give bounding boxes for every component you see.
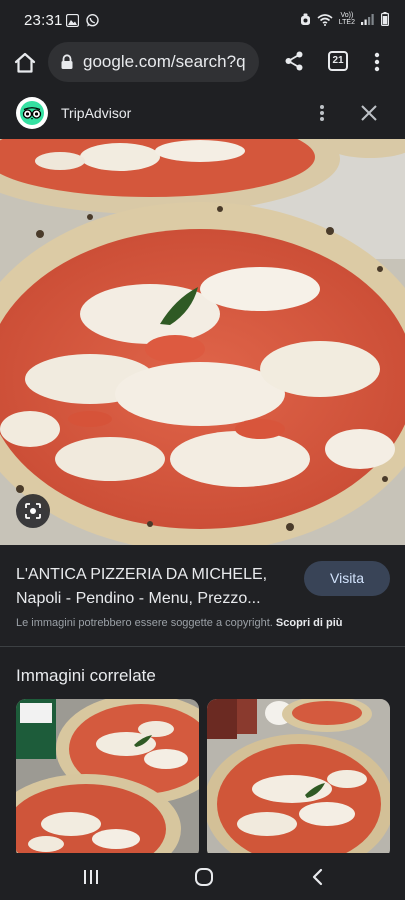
tripadvisor-logo — [20, 101, 44, 125]
tripadvisor-owl-icon — [16, 97, 48, 129]
copyright-notice: Le immagini potrebbero essere soggette a… — [16, 617, 343, 629]
notification-icons — [66, 14, 99, 27]
url-text: google.com/search?q — [83, 52, 246, 71]
source-name[interactable]: TripAdvisor — [61, 105, 131, 121]
status-bar: 23:31 Vo)) LTE2 — [0, 0, 405, 40]
alarm-icon — [300, 13, 310, 25]
lens-icon — [25, 503, 41, 519]
recent-apps-icon[interactable] — [81, 868, 101, 886]
wifi-icon — [317, 13, 333, 26]
volte-indicator: Vo)) LTE2 — [339, 12, 355, 26]
browser-toolbar: google.com/search?q 21 — [0, 40, 405, 88]
pizza-photo — [0, 139, 405, 545]
share-icon[interactable] — [283, 50, 305, 72]
more-options-icon[interactable] — [313, 102, 331, 124]
result-title[interactable]: L'ANTICA PIZZERIA DA MICHELE, Napoli - P… — [16, 563, 296, 611]
overflow-menu-icon[interactable] — [370, 51, 384, 73]
back-icon[interactable] — [309, 867, 325, 887]
home-nav-icon[interactable] — [194, 867, 214, 887]
related-pizza-photo — [16, 699, 199, 859]
status-time: 23:31 — [24, 12, 63, 29]
status-indicators: Vo)) LTE2 — [300, 12, 389, 26]
related-image-thumbnail[interactable] — [16, 699, 199, 859]
google-lens-button[interactable] — [16, 494, 50, 528]
volte-label: Vo)) — [340, 12, 354, 19]
address-bar[interactable]: google.com/search?q — [48, 42, 259, 82]
battery-icon — [381, 12, 389, 26]
result-info: L'ANTICA PIZZERIA DA MICHELE, Napoli - P… — [0, 545, 405, 645]
related-pizza-photo — [207, 699, 390, 859]
system-navigation-bar — [0, 853, 405, 900]
signal-icon — [361, 14, 374, 25]
related-image-thumbnail[interactable] — [207, 699, 390, 859]
tab-switcher-button[interactable]: 21 — [328, 51, 348, 71]
pizza-main-image[interactable] — [0, 139, 405, 545]
lock-icon — [61, 54, 73, 69]
section-divider — [0, 646, 405, 647]
gallery-icon — [66, 14, 79, 27]
visit-button[interactable]: Visita — [304, 561, 390, 596]
learn-more-link[interactable]: Scopri di più — [276, 617, 343, 629]
home-icon[interactable] — [12, 50, 38, 76]
copyright-text: Le immagini potrebbero essere soggette a… — [16, 617, 273, 629]
lte-label: LTE2 — [338, 19, 355, 26]
related-images-heading: Immagini correlate — [16, 666, 156, 685]
image-source-header: TripAdvisor — [0, 88, 405, 139]
whatsapp-icon — [86, 14, 99, 27]
close-icon[interactable] — [358, 102, 380, 124]
